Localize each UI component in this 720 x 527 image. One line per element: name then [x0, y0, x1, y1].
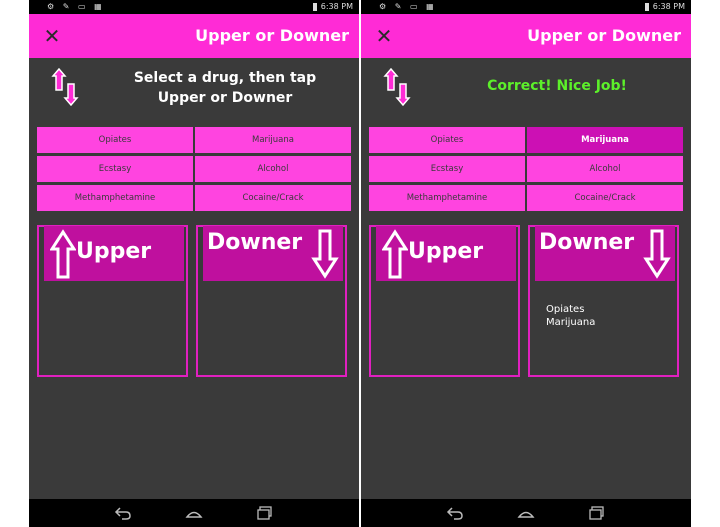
drug-button-alcohol[interactable]: Alcohol	[527, 156, 683, 182]
app-title: Upper or Downer	[527, 26, 681, 45]
upper-bin[interactable]: Upper	[369, 225, 520, 377]
close-icon[interactable]: ✕	[371, 22, 397, 50]
downer-label: Downer	[207, 230, 303, 255]
upper-bin[interactable]: Upper	[37, 225, 188, 377]
battery-icon	[644, 3, 649, 11]
downer-items-list: Opiates Marijuana	[546, 303, 595, 329]
back-icon[interactable]	[446, 505, 464, 521]
list-item: Marijuana	[546, 317, 596, 328]
system-nav-bar	[29, 499, 359, 527]
drug-button-alcohol[interactable]: Alcohol	[195, 156, 351, 182]
drug-button-methamphetamine[interactable]: Methamphetamine	[37, 185, 193, 211]
recents-icon[interactable]	[256, 505, 274, 521]
upper-label: Upper	[408, 239, 484, 264]
drug-button-opiates[interactable]: Opiates	[369, 127, 525, 153]
down-arrow-icon	[643, 229, 671, 279]
feedback-message: Correct! Nice Job!	[487, 78, 627, 94]
status-bar: ⚙ ✎ ▭ ▦ 6:38 PM	[361, 0, 691, 14]
downer-label: Downer	[539, 230, 635, 255]
instruction-text: Select a drug, then tap Upper or Downer	[133, 70, 317, 106]
upper-button[interactable]: Upper	[376, 226, 516, 281]
drug-options-grid: Opiates Marijuana Ecstasy Alcohol Metham…	[37, 127, 351, 211]
drug-button-ecstasy[interactable]: Ecstasy	[369, 156, 525, 182]
list-item: Opiates	[546, 304, 585, 315]
upper-label: Upper	[76, 239, 152, 264]
down-arrow-icon	[311, 229, 339, 279]
phone-screen-left: ⚙ ✎ ▭ ▦ 6:38 PM ✕ Upper or Downer Select…	[29, 0, 359, 527]
drug-button-marijuana[interactable]: Marijuana	[195, 127, 351, 153]
close-icon[interactable]: ✕	[39, 22, 65, 50]
drug-button-methamphetamine[interactable]: Methamphetamine	[369, 185, 525, 211]
drug-button-cocaine-crack[interactable]: Cocaine/Crack	[195, 185, 351, 211]
status-icons: ⚙ ✎ ▭ ▦	[47, 2, 105, 11]
status-time: 6:38 PM	[320, 2, 353, 11]
drug-options-grid: Opiates Marijuana Ecstasy Alcohol Metham…	[369, 127, 683, 211]
downer-bin[interactable]: Downer	[196, 225, 347, 377]
drug-button-cocaine-crack[interactable]: Cocaine/Crack	[527, 185, 683, 211]
downer-bin[interactable]: Downer Opiates Marijuana	[528, 225, 679, 377]
upper-button[interactable]: Upper	[44, 226, 184, 281]
back-icon[interactable]	[114, 505, 132, 521]
app-bar: ✕ Upper or Downer	[29, 14, 359, 58]
status-bar: ⚙ ✎ ▭ ▦ 6:38 PM	[29, 0, 359, 14]
home-icon[interactable]	[185, 505, 203, 521]
up-arrow-icon	[382, 229, 408, 279]
app-title: Upper or Downer	[195, 26, 349, 45]
drug-button-opiates[interactable]: Opiates	[37, 127, 193, 153]
home-icon[interactable]	[517, 505, 535, 521]
downer-button[interactable]: Downer	[203, 226, 343, 281]
drug-button-marijuana[interactable]: Marijuana	[527, 127, 683, 153]
drug-button-ecstasy[interactable]: Ecstasy	[37, 156, 193, 182]
downer-button[interactable]: Downer	[535, 226, 675, 281]
up-arrow-icon	[50, 229, 76, 279]
up-down-arrows-logo-icon	[51, 68, 79, 106]
app-bar: ✕ Upper or Downer	[361, 14, 691, 58]
system-nav-bar	[361, 499, 691, 527]
battery-icon	[312, 3, 317, 11]
recents-icon[interactable]	[588, 505, 606, 521]
phone-screen-right: ⚙ ✎ ▭ ▦ 6:38 PM ✕ Upper or Downer Correc…	[361, 0, 691, 527]
status-time: 6:38 PM	[652, 2, 685, 11]
up-down-arrows-logo-icon	[383, 68, 411, 106]
status-icons: ⚙ ✎ ▭ ▦	[379, 2, 437, 11]
